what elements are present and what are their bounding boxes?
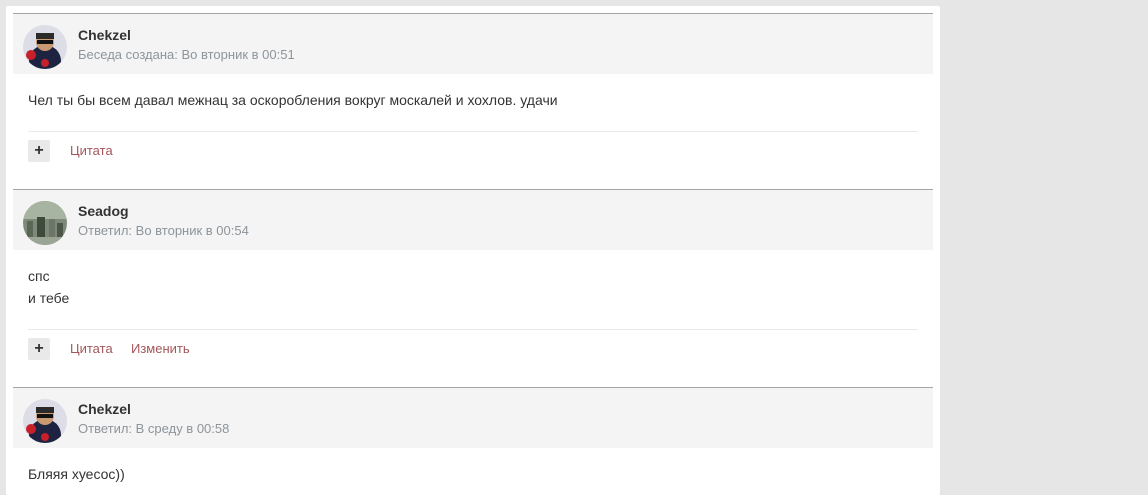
message-body: Бляяя хуесос)) [13, 448, 933, 485]
user-avatar-icon[interactable] [23, 201, 67, 245]
message-timestamp: Беседа создана: Во вторник в 00:51 [78, 47, 295, 62]
message-text-line: спс [28, 268, 50, 284]
message-body: спс и тебе [13, 250, 933, 329]
message-text-line: и тебе [28, 290, 70, 306]
author-name[interactable]: Seadog [78, 203, 129, 219]
message: Chekzel Ответил: В среду в 00:58 Бляяя х… [13, 387, 933, 485]
conversation-panel: Chekzel Беседа создана: Во вторник в 00:… [6, 6, 940, 495]
message-timestamp: Ответил: В среду в 00:58 [78, 421, 230, 436]
quote-link[interactable]: Цитата [70, 143, 113, 158]
message-text: Чел ты бы всем давал межнац за оскоробле… [28, 92, 558, 108]
user-avatar-icon[interactable] [23, 399, 67, 443]
message-header: Chekzel Ответил: В среду в 00:58 [13, 387, 933, 448]
message-actions: + Цитата Изменить [28, 329, 918, 376]
message: Seadog Ответил: Во вторник в 00:54 спс и… [13, 189, 933, 376]
like-button[interactable]: + [28, 338, 50, 360]
message-body: Чел ты бы всем давал межнац за оскоробле… [13, 74, 933, 131]
like-button[interactable]: + [28, 140, 50, 162]
message-timestamp: Ответил: Во вторник в 00:54 [78, 223, 249, 238]
message: Chekzel Беседа создана: Во вторник в 00:… [13, 13, 933, 178]
message-actions: + Цитата [28, 131, 918, 178]
quote-link[interactable]: Цитата [70, 341, 113, 356]
edit-link[interactable]: Изменить [131, 341, 190, 356]
message-header: Seadog Ответил: Во вторник в 00:54 [13, 189, 933, 250]
author-name[interactable]: Chekzel [78, 401, 131, 417]
message-text: Бляяя хуесос)) [28, 466, 125, 482]
message-header: Chekzel Беседа создана: Во вторник в 00:… [13, 13, 933, 74]
user-avatar-icon[interactable] [23, 25, 67, 69]
author-name[interactable]: Chekzel [78, 27, 131, 43]
